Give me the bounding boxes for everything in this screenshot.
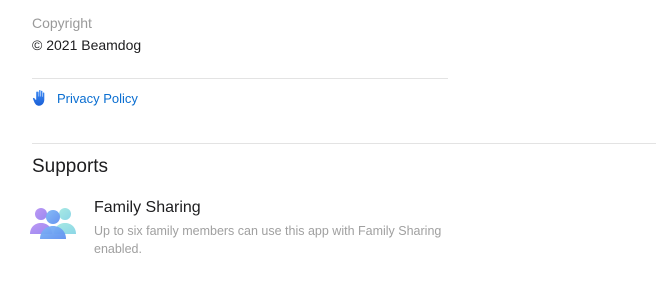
hand-raised-icon	[32, 90, 45, 106]
privacy-policy-link[interactable]: Privacy Policy	[32, 88, 138, 108]
family-sharing-icon	[30, 208, 76, 239]
family-sharing-title: Family Sharing	[94, 199, 201, 216]
supports-heading: Supports	[32, 156, 109, 177]
divider	[32, 78, 448, 79]
section-divider	[32, 143, 656, 144]
copyright-value: © 2021 Beamdog	[32, 37, 142, 53]
privacy-policy-label[interactable]: Privacy Policy	[57, 91, 138, 106]
family-sharing-description: Up to six family members can use this ap…	[94, 224, 442, 256]
copyright-label: Copyright	[32, 15, 92, 31]
